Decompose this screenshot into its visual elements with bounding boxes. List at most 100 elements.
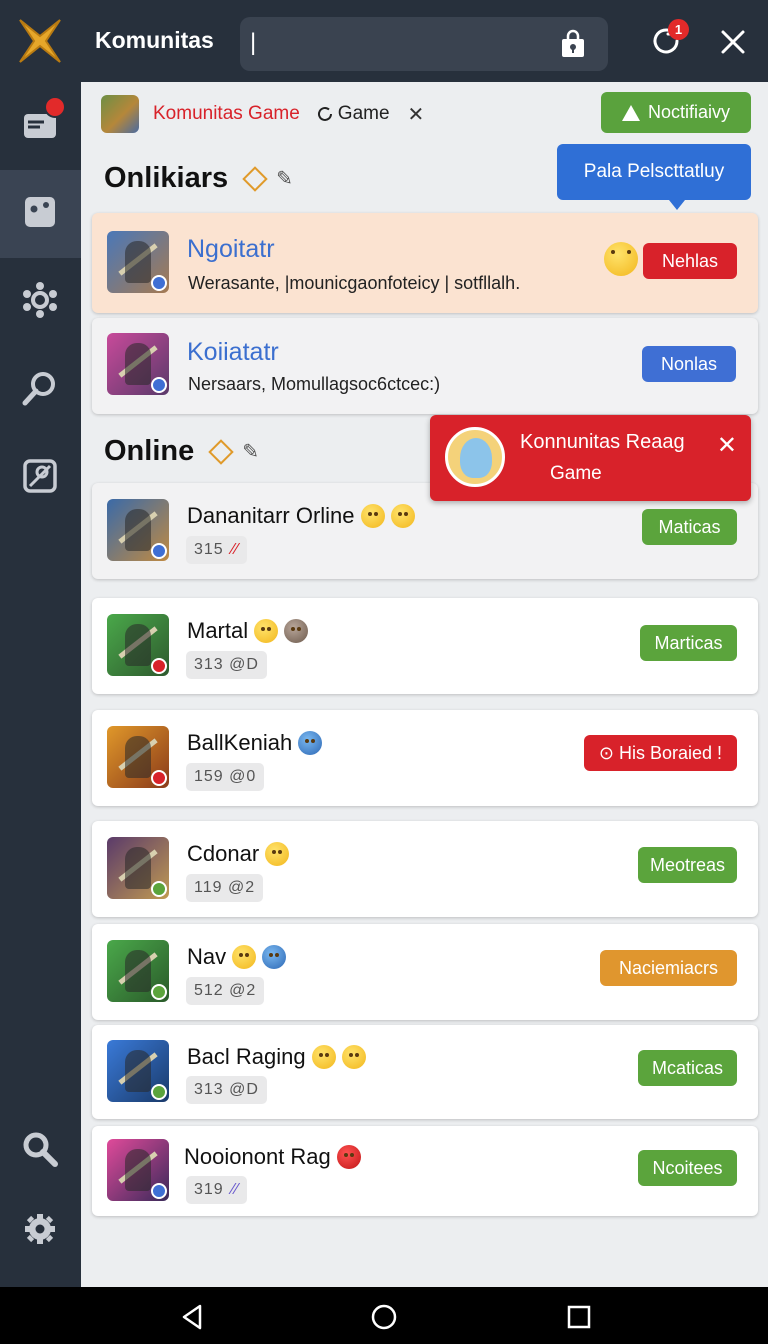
sidebar-item-search[interactable]: [0, 346, 81, 434]
status-button[interactable]: Marticas: [640, 625, 737, 661]
smile-emoji-icon: [232, 945, 257, 969]
player-row[interactable]: Cdonar 119 @2 Meotreas: [92, 821, 758, 917]
featured-card[interactable]: Koiiatatr Nersaars, Momullagsoc6ctcec:) …: [92, 318, 758, 414]
game-thumbnail[interactable]: [101, 95, 139, 133]
player-avatar: [107, 231, 169, 293]
notify-button[interactable]: Noctifiaivy: [601, 92, 751, 133]
player-name: Bacl Raging: [187, 1044, 366, 1070]
status-button[interactable]: ⊙ His Boraied !: [584, 735, 737, 771]
player-avatar: [107, 333, 169, 395]
sidebar-item-community[interactable]: [0, 258, 81, 346]
player-avatar: [107, 499, 169, 561]
player-avatar: [107, 1139, 169, 1201]
laugh-emoji-icon: [265, 842, 290, 866]
status-button[interactable]: Nonlas: [642, 346, 736, 382]
player-description: Werasante, |mounicgaonfoteicy | sotfllal…: [188, 273, 521, 293]
player-name: Nav: [187, 944, 287, 970]
status-button[interactable]: Nehlas: [643, 243, 737, 279]
laugh-emoji-icon: [390, 504, 415, 528]
back-icon[interactable]: [178, 1303, 206, 1331]
player-avatar: [107, 1040, 169, 1102]
game-tag-close-icon[interactable]: ✕: [408, 102, 425, 127]
sidebar-item-find[interactable]: [0, 1107, 81, 1195]
shopping-bag-icon[interactable]: [560, 29, 586, 59]
status-button[interactable]: Meotreas: [638, 847, 737, 883]
search-input-value: |: [250, 29, 257, 56]
search-icon: [22, 372, 55, 406]
status-button[interactable]: Ncoitees: [638, 1150, 737, 1186]
game-tag-label: Game: [337, 103, 390, 124]
search-input[interactable]: |: [240, 17, 608, 71]
settings-icon: [25, 1214, 55, 1244]
app-title: Komunitas: [95, 27, 214, 53]
player-name: Ngoitatr: [187, 235, 275, 263]
sidebar-item-messages[interactable]: [0, 82, 81, 170]
wink-emoji-icon: [604, 242, 638, 276]
dice-icon: [25, 197, 55, 227]
smile-emoji-icon: [254, 619, 279, 643]
cool-emoji-icon: [262, 945, 287, 969]
search-icon: [23, 1132, 58, 1167]
main-panel: Komunitas Game Game ✕ Noctifiaivy Pala P…: [81, 82, 768, 1287]
player-stats: 512 @2: [186, 977, 265, 1005]
player-name: Martal: [187, 618, 309, 644]
wink-emoji-icon: [341, 1045, 366, 1069]
alert-icon: [621, 104, 640, 121]
player-name: Cdonar: [187, 841, 290, 867]
refresh-small-icon: [317, 106, 332, 121]
player-stats: 159 @0: [186, 763, 265, 791]
player-avatar: [107, 726, 169, 788]
player-row[interactable]: Nooionont Rag 319 ⁄⁄ Ncoitees: [92, 1126, 758, 1216]
game-tag[interactable]: Game: [316, 103, 390, 125]
section-title-featured: Onlikiars ✎: [104, 162, 293, 195]
edit-icon[interactable]: ✎: [276, 166, 293, 191]
toast-notification[interactable]: Konnunitas Reaag Game ✕: [430, 415, 751, 501]
top-bar: Komunitas | 1: [0, 0, 768, 82]
player-description: Nersaars, Momullagsoc6ctcec:): [188, 374, 441, 394]
game-name[interactable]: Komunitas Game: [153, 103, 300, 125]
toast-avatar: [445, 427, 505, 487]
player-stats: 119 @2: [186, 874, 264, 902]
face-emoji-icon: [284, 619, 309, 643]
diamond-icon: [242, 165, 268, 192]
sidebar: [0, 82, 81, 1287]
player-row[interactable]: Martal 313 @D Marticas: [92, 598, 758, 694]
close-icon[interactable]: [719, 28, 747, 56]
player-stats: 319 ⁄⁄: [186, 1176, 248, 1204]
camera-icon: [23, 459, 57, 493]
featured-card[interactable]: Ngoitatr Werasante, |mounicgaonfoteicy |…: [92, 213, 758, 313]
app-logo-icon[interactable]: [16, 18, 64, 64]
notify-button-label: Noctifiaivy: [647, 102, 731, 122]
gear-cluster-icon: [23, 282, 57, 318]
player-stats: 313 @D: [186, 1076, 267, 1104]
player-row[interactable]: BallKeniah 159 @0 ⊙ His Boraied !: [92, 710, 758, 806]
toast-subtitle: Game: [550, 463, 602, 484]
toast-close-icon[interactable]: ✕: [717, 431, 737, 460]
notification-badge: 1: [668, 19, 689, 40]
player-avatar: [107, 837, 169, 899]
player-stats: 315 ⁄⁄: [186, 536, 248, 564]
recents-icon[interactable]: [565, 1303, 593, 1331]
diamond-icon: [208, 438, 234, 465]
status-button[interactable]: Naciemiacrs: [600, 950, 737, 986]
player-stats: 313 @D: [186, 651, 267, 679]
player-avatar: [107, 940, 169, 1002]
player-name: Dananitarr Orline: [187, 503, 415, 529]
angry-emoji-icon: [336, 1145, 361, 1169]
player-name: Nooionont Rag: [184, 1144, 361, 1170]
player-row[interactable]: Bacl Raging 313 @D Mcaticas: [92, 1025, 758, 1119]
tooltip: Pala Pelscttatluy: [557, 144, 751, 210]
cool-emoji-icon: [298, 731, 323, 755]
sidebar-badge: [44, 96, 66, 118]
smile-emoji-icon: [360, 504, 385, 528]
sidebar-item-media[interactable]: [0, 434, 81, 522]
player-name: BallKeniah: [187, 730, 323, 756]
edit-icon[interactable]: ✎: [242, 439, 259, 464]
sidebar-item-settings[interactable]: [0, 1187, 81, 1275]
sidebar-item-games[interactable]: [0, 170, 81, 258]
player-row[interactable]: Nav 512 @2 Naciemiacrs: [92, 924, 758, 1020]
status-button[interactable]: Mcaticas: [638, 1050, 737, 1086]
status-button[interactable]: Maticas: [642, 509, 737, 545]
system-nav-bar: [0, 1287, 768, 1344]
home-icon[interactable]: [370, 1303, 398, 1331]
